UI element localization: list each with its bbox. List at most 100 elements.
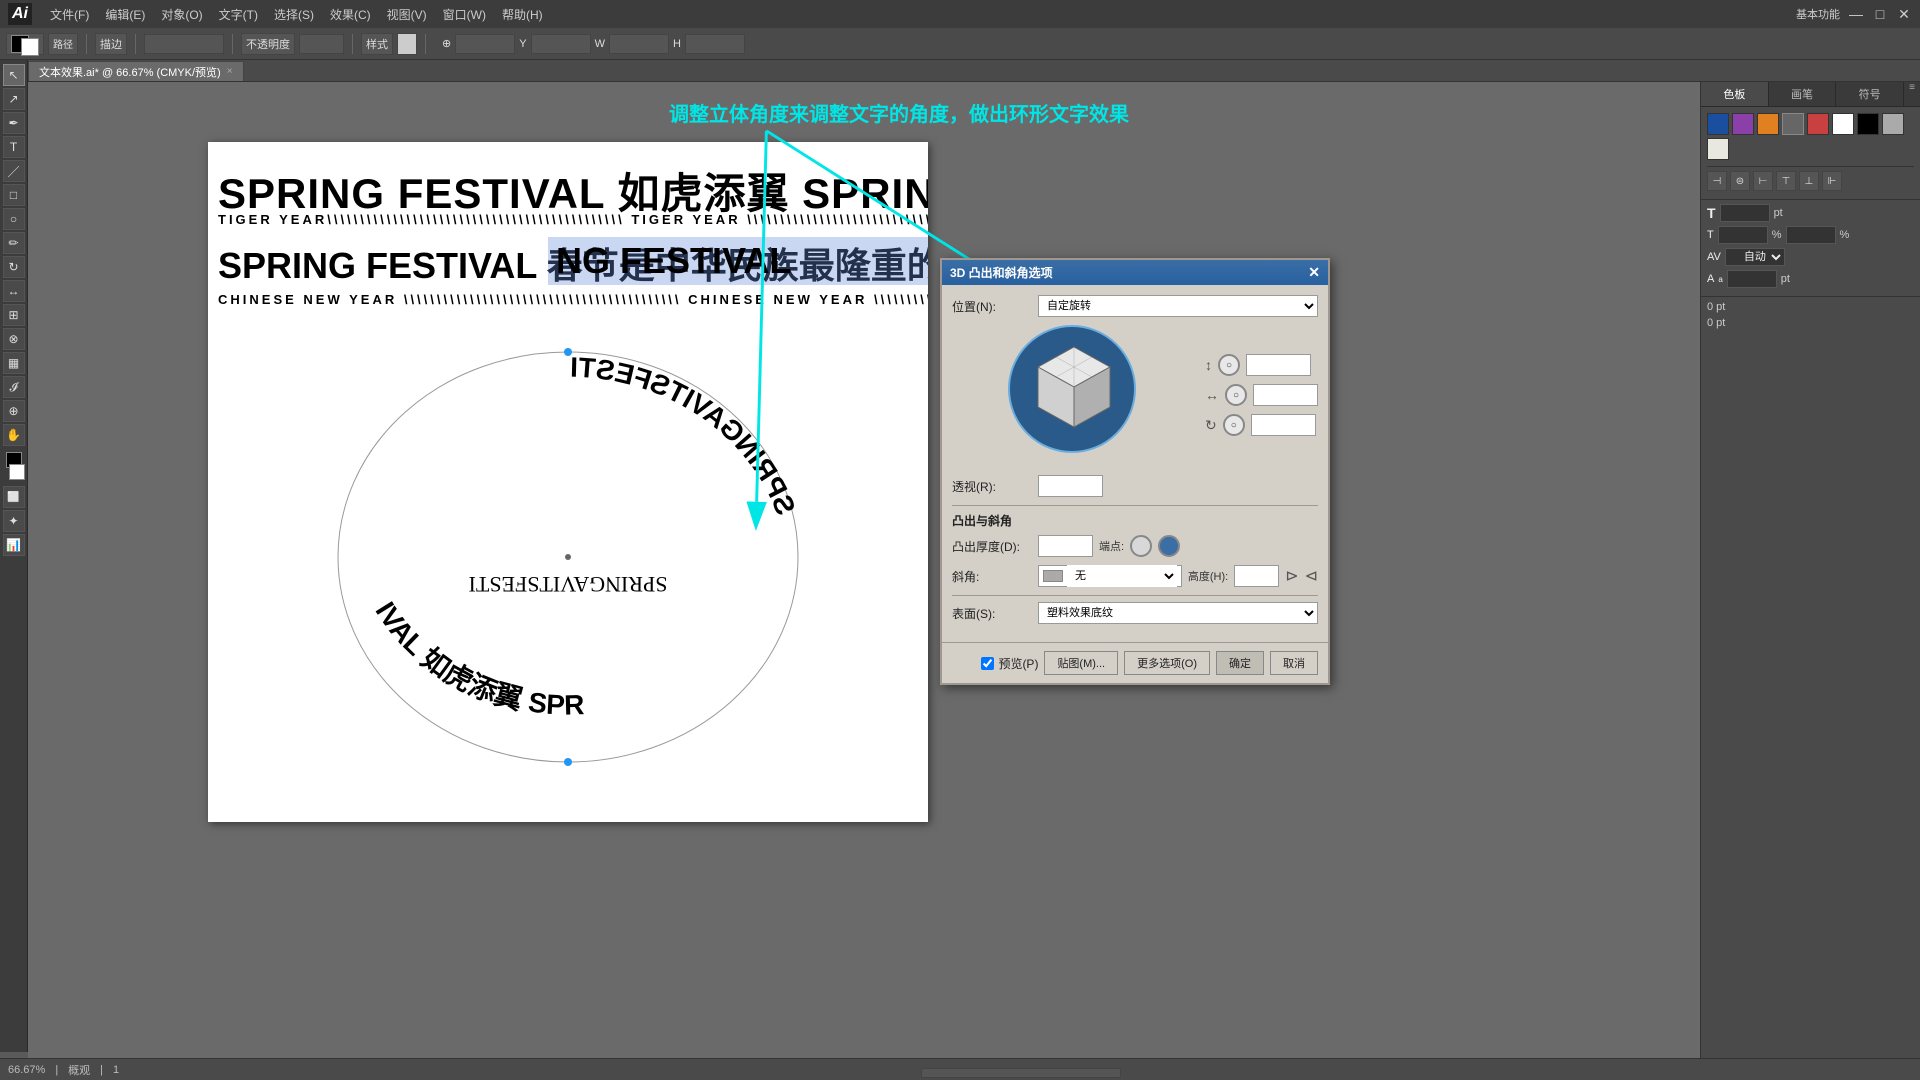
map-btn[interactable]: 贴图(M)...	[1044, 651, 1118, 675]
align-top[interactable]: ⊤	[1776, 171, 1796, 191]
line-tool[interactable]: ／	[3, 160, 25, 182]
baseline-input[interactable]: 0	[1727, 270, 1777, 288]
symbol-sprayer[interactable]: ✦	[3, 510, 25, 532]
surface-select[interactable]: 塑料效果底纹	[1038, 602, 1318, 624]
bevel-inside-btn[interactable]: ⊲	[1305, 566, 1318, 586]
swatch-blue[interactable]	[1707, 113, 1729, 135]
rect-tool[interactable]: □	[3, 184, 25, 206]
opacity-label: 不透明度	[241, 33, 295, 55]
style-swatch[interactable]	[397, 33, 417, 55]
tracking-select[interactable]: 自动	[1725, 248, 1785, 266]
angle2-input[interactable]: 0°	[1253, 384, 1318, 406]
eyedropper-tool[interactable]: 𝓘	[3, 376, 25, 398]
menu-text[interactable]: 文字(T)	[213, 4, 264, 25]
panel-tab-symbols[interactable]: 符号	[1836, 82, 1904, 106]
coord-y[interactable]: 29.9931	[531, 34, 591, 54]
cap-btn2[interactable]	[1158, 535, 1180, 557]
angle2-dial[interactable]: ○	[1225, 384, 1247, 406]
window-minimize[interactable]: —	[1848, 6, 1864, 22]
menu-window[interactable]: 窗口(W)	[437, 4, 492, 25]
height-input[interactable]: 4 pt	[1234, 565, 1279, 587]
swatch-light[interactable]	[1707, 138, 1729, 160]
tool-stroke-color[interactable]	[6, 33, 44, 55]
baseline-unit: pt	[1781, 273, 1790, 285]
menu-effect[interactable]: 效果(C)	[324, 4, 377, 25]
hand-tool[interactable]: ✋	[3, 424, 25, 446]
tool-draw-mode[interactable]: 描边	[95, 33, 127, 55]
align-center-v[interactable]: ⊥	[1799, 171, 1819, 191]
menu-edit[interactable]: 编辑(E)	[99, 4, 151, 25]
coord-x[interactable]: 26.6704	[455, 34, 515, 54]
rotate-tool[interactable]: ↻	[3, 256, 25, 278]
column-graph[interactable]: 📊	[3, 534, 25, 556]
window-close[interactable]: ✕	[1896, 6, 1912, 22]
swatch-purple[interactable]	[1732, 113, 1754, 135]
sep1	[86, 34, 87, 54]
selection-tool[interactable]: ↖	[3, 64, 25, 86]
opacity-input[interactable]: 100%	[299, 34, 344, 54]
dialog-3d: 3D 凸出和斜角选项 ✕ 位置(N): 自定旋转	[940, 258, 1330, 685]
panel-tab-swatches[interactable]: 色板	[1701, 82, 1769, 106]
align-right[interactable]: ⊢	[1753, 171, 1773, 191]
menu-view[interactable]: 视图(V)	[381, 4, 433, 25]
angle1-dial[interactable]: ○	[1218, 354, 1240, 376]
ellipse-tool[interactable]: ○	[3, 208, 25, 230]
canvas-area[interactable]: 调整立体角度来调整文字的角度，做出环形文字效果 SPRING FESTIVAL …	[28, 82, 1700, 1058]
swatch-black[interactable]	[1857, 113, 1879, 135]
coord-w[interactable]: 23.3951	[609, 34, 669, 54]
swatch-red[interactable]	[1807, 113, 1829, 135]
perspective-input[interactable]: 0°	[1038, 475, 1103, 497]
cap-btn1[interactable]	[1130, 535, 1152, 557]
document-tab[interactable]: 文本效果.ai* @ 66.67% (CMYK/预览) ×	[28, 61, 244, 81]
preview-checkbox-label[interactable]: 预览(P)	[981, 651, 1038, 675]
scale-tool[interactable]: ⊞	[3, 304, 25, 326]
swatch-white[interactable]	[1832, 113, 1854, 135]
angle1-input[interactable]: 113°	[1246, 354, 1311, 376]
angle3-input[interactable]: -178°	[1251, 414, 1316, 436]
text-tool[interactable]: T	[3, 136, 25, 158]
preview-checkbox[interactable]	[981, 657, 994, 670]
pen-tool[interactable]: ✒	[3, 112, 25, 134]
window-maximize[interactable]: □	[1872, 6, 1888, 22]
angle3-dial[interactable]: ○	[1223, 414, 1245, 436]
fill-mode[interactable]: ⬜	[3, 486, 25, 508]
position-select[interactable]: 自定旋转	[1038, 295, 1318, 317]
cancel-btn[interactable]: 取消	[1270, 651, 1318, 675]
more-btn[interactable]: 更多选项(O)	[1124, 651, 1210, 675]
cap-label: 端点:	[1099, 538, 1124, 554]
stroke-style-input[interactable]: 基本	[144, 34, 224, 54]
panel-tab-brushes[interactable]: 画笔	[1769, 82, 1837, 106]
bg-color[interactable]	[9, 464, 25, 480]
dialog-close-btn[interactable]: ✕	[1308, 264, 1320, 281]
zoom-tool[interactable]: ⊕	[3, 400, 25, 422]
bevel-select[interactable]: 无	[1067, 565, 1177, 587]
align-center-h[interactable]: ⊜	[1730, 171, 1750, 191]
h-scrollbar[interactable]	[921, 1068, 1121, 1078]
swatch-gear[interactable]	[1782, 113, 1804, 135]
swatch-gray[interactable]	[1882, 113, 1904, 135]
bevel-outside-btn[interactable]: ⊳	[1285, 566, 1298, 586]
align-bottom[interactable]: ⊩	[1822, 171, 1842, 191]
reflect-tool[interactable]: ↔	[3, 280, 25, 302]
menu-file[interactable]: 文件(F)	[44, 4, 95, 25]
scale-v-input[interactable]: 100%	[1786, 226, 1836, 244]
tool-mode[interactable]: 路径	[48, 33, 78, 55]
direct-selection-tool[interactable]: ↗	[3, 88, 25, 110]
align-left[interactable]: ⊣	[1707, 171, 1727, 191]
menu-object[interactable]: 对象(O)	[155, 4, 208, 25]
extrude-depth-input[interactable]: 50 pt	[1038, 535, 1093, 557]
menu-select[interactable]: 选择(S)	[268, 4, 320, 25]
gradient-tool[interactable]: ▦	[3, 352, 25, 374]
dialog-title-bar[interactable]: 3D 凸出和斜角选项 ✕	[942, 260, 1328, 285]
blend-tool[interactable]: ⊗	[3, 328, 25, 350]
swatch-orange[interactable]	[1757, 113, 1779, 135]
scale-h-input[interactable]: 100%	[1718, 226, 1768, 244]
font-size-input[interactable]: 12 pt	[1720, 204, 1770, 222]
cube-preview[interactable]	[1008, 325, 1138, 455]
menu-help[interactable]: 帮助(H)	[496, 4, 549, 25]
panel-menu-btn[interactable]: ≡	[1904, 82, 1920, 106]
coord-h[interactable]: 23.3351	[685, 34, 745, 54]
brush-tool[interactable]: ✏	[3, 232, 25, 254]
ok-btn[interactable]: 确定	[1216, 651, 1264, 675]
tab-close-btn[interactable]: ×	[227, 66, 233, 77]
